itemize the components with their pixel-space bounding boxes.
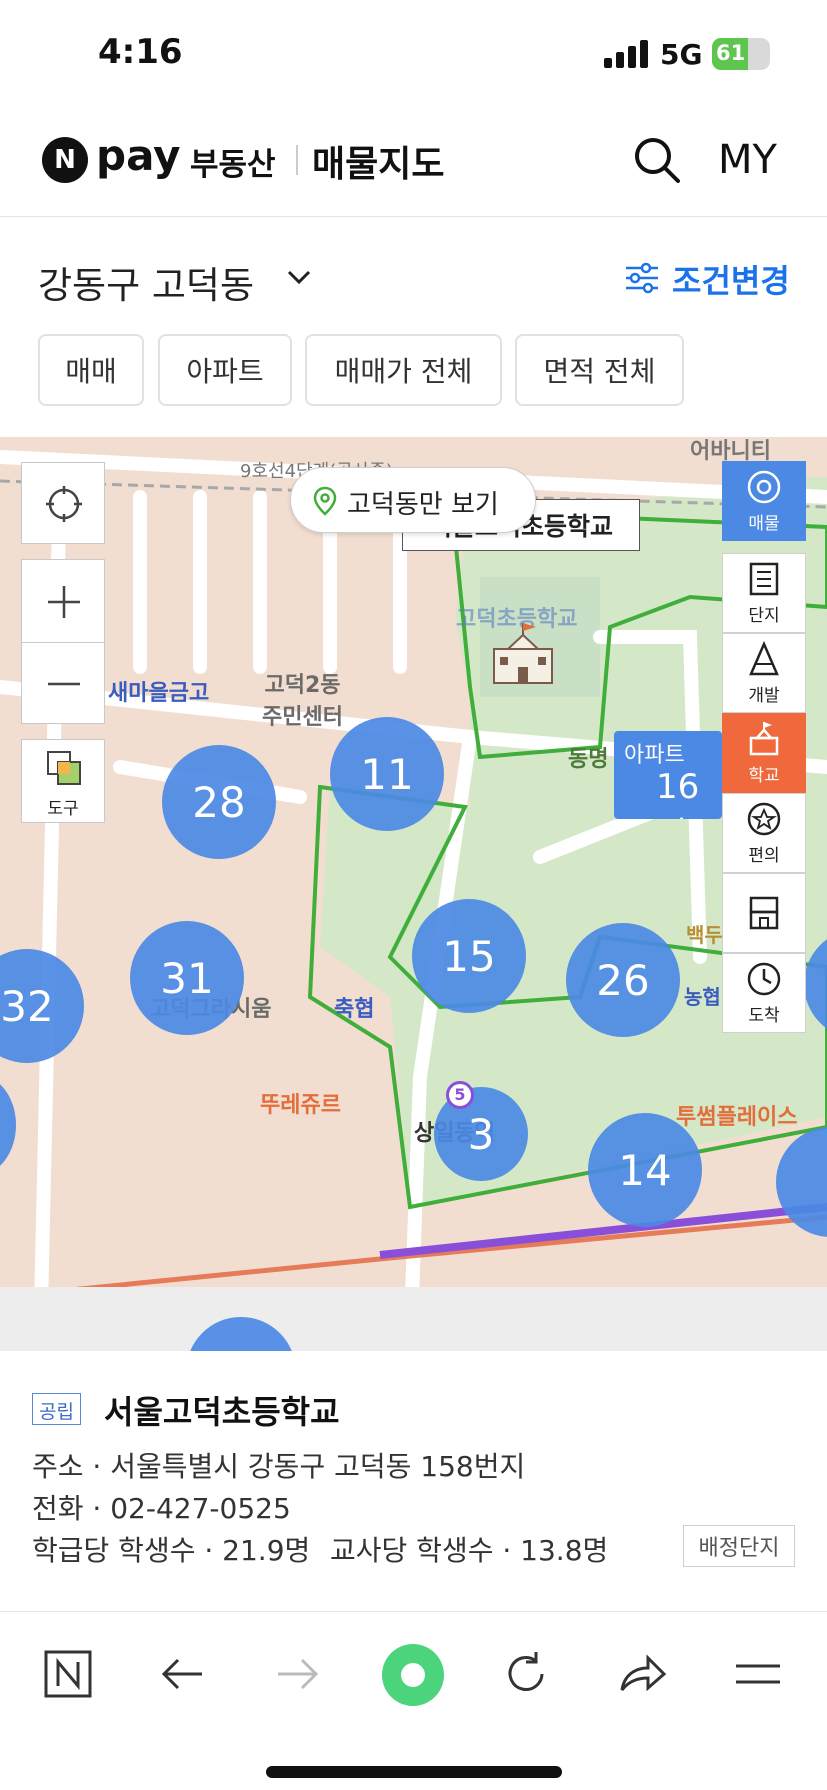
tools-button[interactable]: 도구 — [21, 739, 105, 823]
place-cafe[interactable]: 뚜레쥬르 — [260, 1087, 341, 1119]
side-button-convenience[interactable]: 편의 — [722, 793, 806, 873]
assigned-complex-button[interactable]: 배정단지 — [683, 1525, 795, 1567]
status-time: 4:16 — [98, 32, 183, 72]
search-icon[interactable] — [632, 135, 682, 185]
filter-chip-area[interactable]: 면적 전체 — [515, 334, 684, 406]
side-button-development[interactable]: 개발 — [722, 633, 806, 713]
minus-icon — [48, 682, 80, 686]
school-address: 주소 · 서울특별시 강동구 고덕동 158번지 — [32, 1450, 526, 1483]
filter-chip-price[interactable]: 매매가 전체 — [305, 334, 502, 406]
only-area-button[interactable]: 고덕동만 보기 — [290, 467, 536, 533]
listing-type: 아파트 — [624, 743, 685, 768]
listing-cluster[interactable]: 11 — [330, 717, 444, 831]
green-dot-icon[interactable] — [380, 1642, 446, 1708]
sliders-icon[interactable] — [624, 262, 660, 294]
logo-pay[interactable]: pay — [96, 131, 181, 180]
map-base — [0, 450, 827, 1351]
side-label: 단지 — [748, 606, 780, 626]
convenience-icon — [747, 802, 781, 836]
menu-icon[interactable] — [728, 1644, 788, 1704]
network-label: 5G — [660, 38, 703, 71]
logo-divider — [296, 145, 298, 175]
naver-logo-icon[interactable]: N — [42, 137, 88, 183]
school-building-icon[interactable] — [488, 623, 558, 685]
filter-chip-type[interactable]: 아파트 — [158, 334, 292, 406]
refresh-icon[interactable] — [496, 1644, 556, 1704]
side-label: 학교 — [748, 766, 780, 786]
my-button[interactable]: MY — [718, 137, 777, 183]
crosshair-icon — [46, 486, 82, 522]
place-community-center[interactable]: 고덕2동 주민센터 — [262, 667, 343, 731]
plus-icon — [48, 586, 80, 618]
side-button-agent[interactable] — [722, 873, 806, 953]
battery-icon: 61 — [712, 38, 770, 70]
development-icon — [749, 640, 779, 676]
map-view[interactable]: 새마을금고 고덕2동 주민센터 고덕그라시움 축협 뚜레쥬르 상일동역 투썸플레… — [0, 437, 827, 1351]
home-indicator — [266, 1766, 562, 1778]
listing-icon — [747, 470, 781, 504]
place-bank1[interactable]: 새마을금고 — [108, 675, 209, 707]
school-icon — [749, 722, 779, 756]
condition-change-button[interactable]: 조건변경 — [672, 256, 790, 302]
share-icon[interactable] — [612, 1644, 672, 1704]
listing-price-bubble[interactable]: 아파트 16억 — [614, 731, 722, 819]
app-header: N pay 부동산 매물지도 MY — [0, 105, 827, 217]
battery-level: 61 — [716, 41, 746, 65]
filter-chip-trade[interactable]: 매매 — [38, 334, 144, 406]
school-type-badge: 공립 — [32, 1393, 81, 1425]
current-location-button[interactable] — [21, 462, 105, 544]
only-area-label: 고덕동만 보기 — [347, 490, 499, 520]
agent-icon — [749, 896, 779, 930]
school-phone[interactable]: 전화 · 02-427-0525 — [32, 1487, 291, 1527]
listing-cluster[interactable]: 26 — [566, 923, 680, 1037]
zoom-in-button[interactable] — [21, 559, 105, 643]
listing-cluster[interactable]: 15 — [412, 899, 526, 1013]
place-mall[interactable]: 투썸플레이스 — [676, 1099, 797, 1131]
school-name: 서울고덕초등학교 — [104, 1393, 340, 1431]
status-bar: 4:16 5G 61 — [0, 0, 827, 105]
school-info-panel: 공립 서울고덕초등학교 주소 · 서울특별시 강동구 고덕동 158번지 전화 … — [0, 1351, 827, 1611]
region-selector[interactable]: 강동구 고덕동 — [38, 255, 254, 309]
side-button-complex[interactable]: 단지 — [722, 553, 806, 633]
students-per-class: 학급당 학생수 · 21.9명 — [32, 1534, 311, 1567]
listing-cluster[interactable]: 31 — [130, 921, 244, 1035]
tools-label: 도구 — [47, 799, 79, 819]
zoom-out-button[interactable] — [21, 642, 105, 724]
side-label: 개발 — [748, 686, 780, 706]
signal-icon — [604, 40, 648, 68]
side-button-school[interactable]: 학교 — [722, 713, 806, 793]
side-button-arrival[interactable]: 도착 — [722, 953, 806, 1033]
back-icon[interactable] — [152, 1644, 212, 1704]
students-per-teacher: 교사당 학생수 · 13.8명 — [330, 1534, 609, 1567]
side-label: 도착 — [748, 1006, 780, 1026]
forward-icon[interactable] — [268, 1644, 328, 1704]
listing-cluster[interactable]: 28 — [162, 745, 276, 859]
page-title: 매물지도 — [312, 144, 445, 185]
arrival-clock-icon — [747, 962, 781, 996]
place-park[interactable]: 동명 — [568, 741, 608, 773]
logo-realestate[interactable]: 부동산 — [190, 139, 276, 184]
side-button-listings[interactable]: 매물 — [722, 461, 806, 541]
side-label: 편의 — [748, 846, 780, 866]
place-bank2[interactable]: 축협 — [334, 991, 374, 1023]
side-label: 매물 — [748, 514, 780, 534]
place-bank3[interactable]: 농협 — [684, 981, 721, 1010]
layers-icon — [47, 751, 81, 785]
chevron-down-icon[interactable] — [286, 268, 312, 286]
station-marker-line5[interactable]: 5 — [446, 1081, 474, 1109]
listing-cluster[interactable]: 14 — [588, 1113, 702, 1227]
naver-home-icon[interactable] — [38, 1644, 98, 1704]
listing-price: 16억 — [656, 767, 700, 819]
location-pin-icon — [313, 486, 337, 516]
browser-toolbar — [0, 1611, 827, 1790]
complex-icon — [749, 562, 779, 596]
